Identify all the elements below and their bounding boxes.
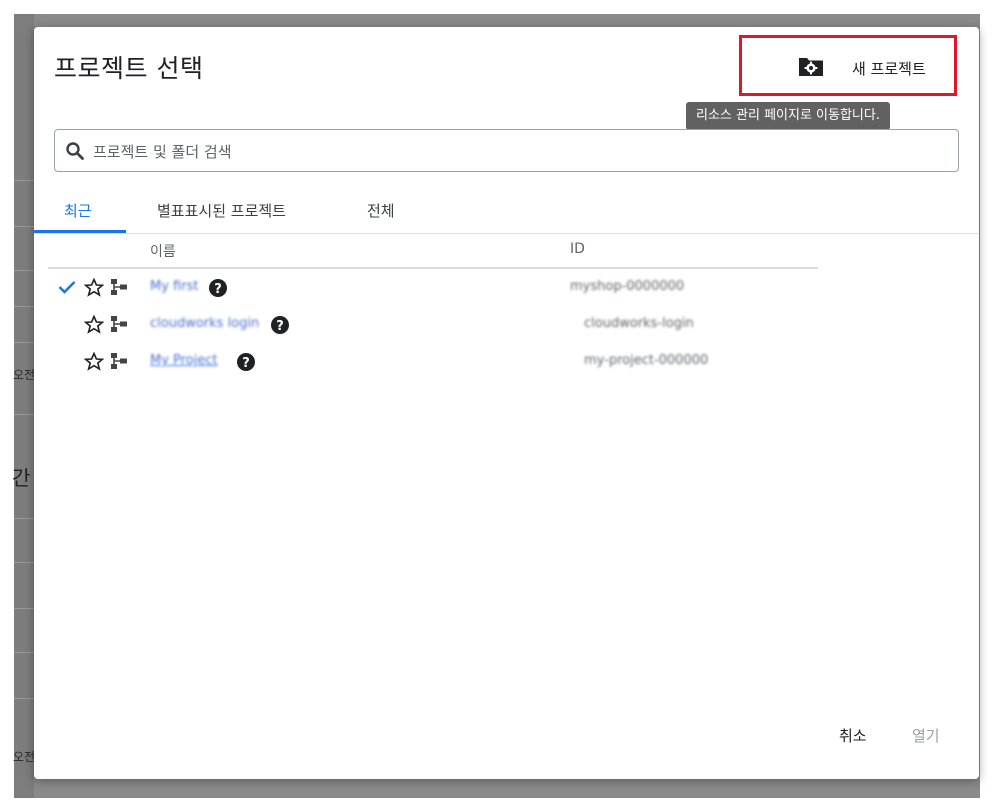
star-icon[interactable] — [83, 314, 105, 338]
svg-text:?: ? — [276, 319, 284, 334]
folder-settings-icon — [798, 55, 824, 81]
background-side-text: 간 — [12, 466, 31, 490]
project-name-link[interactable]: My Project — [150, 353, 218, 368]
project-row[interactable]: My first ? myshop-0000000 — [48, 269, 818, 306]
project-row[interactable]: My Project ? my-project-000000 — [48, 343, 818, 380]
dialog-title: 프로젝트 선택 — [54, 54, 204, 83]
project-name[interactable]: My first — [150, 279, 198, 294]
star-icon[interactable] — [83, 277, 105, 301]
background-divider — [14, 562, 34, 563]
background-divider — [14, 652, 34, 653]
search-icon — [65, 141, 85, 165]
column-header-name: 이름 — [150, 244, 176, 260]
background-divider — [14, 342, 34, 343]
help-icon[interactable]: ? — [208, 278, 228, 302]
project-name[interactable]: cloudworks login — [150, 316, 259, 331]
svg-text:?: ? — [242, 356, 250, 371]
svg-text:?: ? — [214, 282, 222, 297]
background-sidebar — [14, 14, 34, 798]
project-id: cloudworks-login — [584, 316, 694, 331]
new-project-label: 새 프로젝트 — [852, 60, 926, 78]
background-divider — [14, 414, 34, 415]
background-side-text: 오전 — [13, 750, 36, 764]
tab-bar: 최근 별표표시된 프로젝트 전체 — [34, 187, 979, 234]
background-divider — [14, 180, 34, 181]
background-side-text: 오전 — [13, 368, 36, 382]
help-icon[interactable]: ? — [236, 352, 256, 376]
star-icon[interactable] — [83, 351, 105, 375]
project-tree-icon — [110, 278, 128, 300]
project-select-dialog: 프로젝트 선택 새 프로젝트 리소스 관리 페이지로 이동합니다. 프로젝트 및… — [34, 27, 979, 779]
cancel-button[interactable]: 취소 — [839, 725, 867, 746]
background-divider — [14, 306, 34, 307]
check-icon — [58, 279, 76, 298]
project-id: myshop-0000000 — [570, 279, 685, 294]
project-id: my-project-000000 — [584, 353, 709, 368]
tooltip: 리소스 관리 페이지로 이동합니다. — [686, 102, 890, 130]
project-tree-icon — [110, 315, 128, 337]
search-box[interactable] — [54, 129, 959, 172]
active-tab-indicator — [34, 230, 126, 233]
background-divider — [14, 226, 34, 227]
tab-all[interactable]: 전체 — [367, 200, 395, 221]
background-divider — [14, 270, 34, 271]
tab-starred[interactable]: 별표표시된 프로젝트 — [157, 200, 286, 221]
background-divider — [14, 518, 34, 519]
open-button[interactable]: 열기 — [912, 725, 940, 746]
background-divider — [14, 698, 34, 699]
project-row[interactable]: cloudworks login ? cloudworks-login — [48, 306, 818, 343]
background-divider — [14, 608, 34, 609]
column-header-id: ID — [570, 241, 585, 257]
new-project-button[interactable]: 새 프로젝트 — [739, 35, 957, 96]
project-tree-icon — [110, 352, 128, 374]
help-icon[interactable]: ? — [270, 315, 290, 339]
tab-recent[interactable]: 최근 — [64, 200, 92, 221]
search-input[interactable] — [91, 138, 945, 166]
